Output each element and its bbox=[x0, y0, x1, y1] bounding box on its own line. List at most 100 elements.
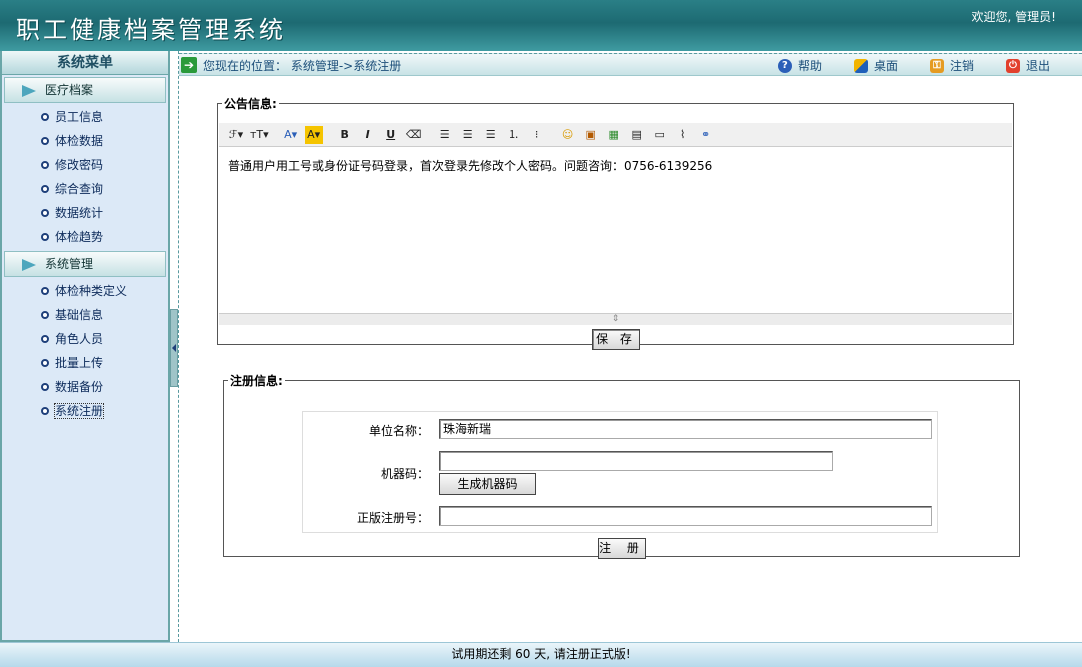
sidebar-item-exam-trend[interactable]: 体检趋势 bbox=[2, 225, 168, 249]
sidebar: 系统菜单 医疗档案 员工信息 体检数据 修改密码 综合查询 数据统计 体检趋势 … bbox=[0, 51, 170, 642]
font-family-icon[interactable]: ℱ▾ bbox=[227, 126, 245, 144]
location-arrow-icon: ➔ bbox=[181, 57, 197, 73]
save-button[interactable]: 保 存 bbox=[592, 329, 640, 350]
desktop-label: 桌面 bbox=[873, 59, 898, 73]
sidebar-item-backup[interactable]: 数据备份 bbox=[2, 375, 168, 399]
help-link[interactable]: ? 帮助 bbox=[777, 57, 822, 74]
bullet-icon bbox=[41, 185, 49, 193]
register-form: 单位名称： 珠海新瑞 机器码： 生成机器码 正版注册号： bbox=[302, 411, 938, 533]
generate-machine-code-button[interactable]: 生成机器码 bbox=[439, 473, 536, 495]
sidebar-item-change-password[interactable]: 修改密码 bbox=[2, 153, 168, 177]
eraser-icon[interactable]: ⌫ bbox=[405, 126, 423, 144]
unit-name-input[interactable]: 珠海新瑞 bbox=[439, 419, 932, 439]
unordered-list-icon[interactable]: ⁝ bbox=[528, 126, 546, 144]
status-bar: 试用期还剩 60 天, 请注册正式版! bbox=[0, 642, 1082, 667]
bullet-icon bbox=[41, 335, 49, 343]
bullet-icon bbox=[41, 287, 49, 295]
align-right-icon[interactable]: ☰ bbox=[482, 126, 500, 144]
image-gallery-icon[interactable]: ▦ bbox=[605, 126, 623, 144]
align-center-icon[interactable]: ☰ bbox=[459, 126, 477, 144]
sidebar-item-exam-data[interactable]: 体检数据 bbox=[2, 129, 168, 153]
bullet-icon bbox=[41, 407, 49, 415]
underline-icon[interactable]: U bbox=[382, 126, 400, 144]
sidebar-item-batch-upload[interactable]: 批量上传 bbox=[2, 351, 168, 375]
breadcrumb-prefix: 您现在的位置： bbox=[203, 59, 288, 73]
notice-legend: 公告信息: bbox=[224, 97, 277, 111]
bullet-icon bbox=[41, 137, 49, 145]
bullet-icon bbox=[41, 383, 49, 391]
attachment-icon[interactable]: ⌇ bbox=[674, 126, 692, 144]
header: 职工健康档案管理系统 欢迎您, 管理员! bbox=[0, 0, 1082, 51]
register-button[interactable]: 注 册 bbox=[598, 538, 646, 559]
unit-label: 单位名称： bbox=[368, 424, 429, 438]
logout-link[interactable]: ⚿ 注销 bbox=[929, 57, 974, 74]
sidebar-item-register[interactable]: 系统注册 bbox=[2, 399, 168, 423]
notice-content: 普通用户用工号或身份证号码登录，首次登录先修改个人密码。问题咨询：0756-61… bbox=[228, 159, 713, 173]
bullet-icon bbox=[41, 311, 49, 319]
image-icon[interactable]: ▣ bbox=[582, 126, 600, 144]
italic-icon[interactable]: I bbox=[359, 126, 377, 144]
exit-link[interactable]: ⏻ 退出 bbox=[1005, 57, 1050, 74]
editor-resize-handle[interactable]: ⇕ bbox=[219, 313, 1012, 325]
exit-icon: ⏻ bbox=[1005, 58, 1020, 73]
sidebar-item-query[interactable]: 综合查询 bbox=[2, 177, 168, 201]
ordered-list-icon[interactable]: ⒈ bbox=[505, 126, 523, 144]
font-size-icon[interactable]: ᴛT▾ bbox=[250, 126, 269, 144]
bold-icon[interactable]: B bbox=[336, 126, 354, 144]
welcome-text: 欢迎您, 管理员! bbox=[971, 10, 1056, 24]
app-window: 职工健康档案管理系统 欢迎您, 管理员! 系统菜单 医疗档案 员工信息 体检数据… bbox=[0, 0, 1082, 667]
bullet-icon bbox=[41, 359, 49, 367]
sidebar-section-system[interactable]: 系统管理 bbox=[4, 251, 166, 277]
location-bar: ➔ 您现在的位置： 系统管理->系统注册 ? 帮助 桌面 ⚿ 注销 ⏻ 退出 bbox=[179, 53, 1082, 76]
section-label: 系统管理 bbox=[45, 257, 94, 271]
machine-code-input[interactable] bbox=[439, 451, 833, 471]
top-links: ? 帮助 桌面 ⚿ 注销 ⏻ 退出 bbox=[746, 57, 1050, 74]
breadcrumb-path: 系统管理->系统注册 bbox=[290, 59, 402, 73]
bullet-icon bbox=[41, 161, 49, 169]
bullet-icon bbox=[41, 233, 49, 241]
serial-number-input[interactable] bbox=[439, 506, 932, 526]
sidebar-item-exam-types[interactable]: 体检种类定义 bbox=[2, 279, 168, 303]
trial-notice: 试用期还剩 60 天, 请注册正式版! bbox=[451, 647, 631, 661]
app-title: 职工健康档案管理系统 bbox=[16, 16, 286, 44]
serial-label: 正版注册号： bbox=[356, 511, 429, 525]
notice-editor[interactable]: 普通用户用工号或身份证号码登录，首次登录先修改个人密码。问题咨询：0756-61… bbox=[219, 148, 1012, 313]
exit-label: 退出 bbox=[1025, 59, 1050, 73]
section-label: 医疗档案 bbox=[45, 83, 94, 97]
desktop-icon bbox=[853, 58, 868, 73]
help-label: 帮助 bbox=[797, 59, 822, 73]
sidebar-item-basic-info[interactable]: 基础信息 bbox=[2, 303, 168, 327]
emoticon-icon[interactable]: ☺ bbox=[559, 126, 577, 144]
desktop-link[interactable]: 桌面 bbox=[853, 57, 898, 74]
editor-toolbar: ℱ▾ ᴛT▾ A▾ A▾ B I U ⌫ ☰ ☰ ☰ ⒈ ⁝ ☺ ▣ ▦ ▤ ▭… bbox=[219, 123, 1012, 147]
breadcrumb: 您现在的位置： 系统管理->系统注册 bbox=[203, 57, 401, 74]
media-icon[interactable]: ▭ bbox=[651, 126, 669, 144]
sidebar-splitter bbox=[170, 51, 178, 642]
link-icon[interactable]: ⚭ bbox=[697, 126, 715, 144]
logout-icon: ⚿ bbox=[929, 58, 944, 73]
chevron-left-icon bbox=[172, 344, 176, 352]
sidebar-title: 系统菜单 bbox=[2, 51, 168, 75]
sidebar-section-medical[interactable]: 医疗档案 bbox=[4, 77, 166, 103]
register-panel: 注册信息: 单位名称： 珠海新瑞 机器码： 生成机器码 正版注册号： 注 册 bbox=[223, 372, 1020, 559]
sidebar-item-employee-info[interactable]: 员工信息 bbox=[2, 105, 168, 129]
highlight-icon[interactable]: A▾ bbox=[304, 125, 323, 144]
sidebar-item-statistics[interactable]: 数据统计 bbox=[2, 201, 168, 225]
sidebar-item-roles[interactable]: 角色人员 bbox=[2, 327, 168, 351]
machine-label: 机器码： bbox=[380, 467, 429, 481]
register-legend: 注册信息: bbox=[230, 374, 283, 388]
help-icon: ? bbox=[777, 58, 792, 73]
bullet-icon bbox=[41, 209, 49, 217]
font-color-icon[interactable]: A▾ bbox=[282, 126, 300, 144]
bullet-icon bbox=[41, 113, 49, 121]
section-arrow-icon bbox=[22, 259, 36, 271]
align-left-icon[interactable]: ☰ bbox=[436, 126, 454, 144]
sidebar-list-system: 体检种类定义 基础信息 角色人员 批量上传 数据备份 系统注册 bbox=[2, 277, 168, 423]
sidebar-list-medical: 员工信息 体检数据 修改密码 综合查询 数据统计 体检趋势 bbox=[2, 103, 168, 249]
notice-panel: 公告信息: ℱ▾ ᴛT▾ A▾ A▾ B I U ⌫ ☰ ☰ ☰ ⒈ ⁝ ☺ ▣… bbox=[217, 95, 1014, 350]
logout-label: 注销 bbox=[949, 59, 974, 73]
divider bbox=[178, 51, 179, 642]
section-arrow-icon bbox=[22, 85, 36, 97]
document-icon[interactable]: ▤ bbox=[628, 126, 646, 144]
collapse-sidebar-handle[interactable] bbox=[170, 309, 178, 387]
